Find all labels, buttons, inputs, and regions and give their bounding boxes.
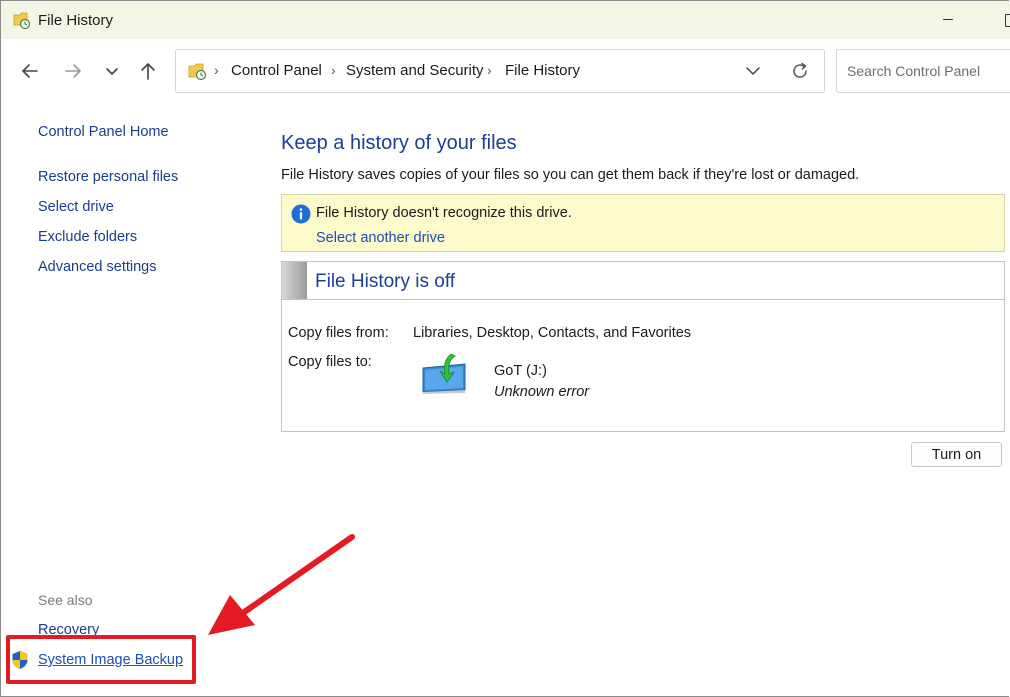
search-box[interactable]: Search Control Panel (836, 49, 1010, 93)
sidebar-item-advanced-settings[interactable]: Advanced settings (38, 259, 157, 275)
red-arrow-icon (208, 534, 355, 635)
backup-drive-icon (422, 353, 466, 394)
page-description: File History saves copies of your files … (281, 167, 860, 183)
sidebar-item-select-drive[interactable]: Select drive (38, 199, 114, 215)
arrow-up-icon (141, 63, 155, 80)
up-button[interactable] (135, 58, 161, 84)
drive-name: GoT (J:) (494, 363, 547, 379)
file-history-icon (188, 63, 207, 81)
forward-button[interactable] (60, 58, 86, 84)
copy-to-label: Copy files to: (288, 354, 372, 370)
arrow-left-icon (22, 64, 38, 78)
notice-message: File History doesn't recognize this driv… (316, 205, 572, 221)
drive-warning-notice: File History doesn't recognize this driv… (281, 194, 1005, 252)
breadcrumb-separator: › (331, 62, 336, 78)
turn-on-button[interactable]: Turn on (911, 442, 1002, 467)
status-indicator-bar (282, 262, 307, 299)
navigation-bar: › Control Panel › System and Security › … (1, 39, 1010, 103)
copy-from-value: Libraries, Desktop, Contacts, and Favori… (413, 325, 692, 341)
breadcrumb-separator: › (214, 62, 219, 78)
chevron-down-icon[interactable] (744, 62, 762, 80)
breadcrumb-file-history[interactable]: File History (505, 62, 580, 79)
status-header: File History is off (282, 262, 1004, 300)
refresh-icon[interactable] (790, 61, 810, 81)
maximize-button[interactable] (1005, 14, 1010, 27)
breadcrumb-system-and-security[interactable]: System and Security (346, 62, 484, 79)
back-button[interactable] (17, 58, 43, 84)
title-bar: File History (1, 1, 1010, 39)
copy-from-label: Copy files from: (288, 325, 389, 341)
control-panel-home-link[interactable]: Control Panel Home (38, 124, 169, 140)
info-icon (291, 204, 311, 224)
chevron-down-icon (106, 68, 118, 75)
drive-status: Unknown error (494, 384, 590, 400)
recent-locations-button[interactable] (99, 58, 125, 84)
minimize-button[interactable] (943, 19, 953, 20)
window-title: File History (38, 12, 114, 29)
file-history-status-panel: File History is off Copy files from: Lib… (281, 261, 1005, 432)
breadcrumb-separator: › (487, 62, 492, 78)
page-title: Keep a history of your files (281, 132, 517, 154)
arrow-right-icon (65, 64, 81, 78)
address-bar[interactable]: › Control Panel › System and Security › … (175, 49, 825, 93)
see-also-heading: See also (38, 592, 93, 608)
search-placeholder: Search Control Panel (847, 63, 981, 79)
highlight-box (6, 635, 196, 684)
select-another-drive-link[interactable]: Select another drive (316, 230, 445, 246)
breadcrumb-control-panel[interactable]: Control Panel (231, 62, 322, 79)
file-history-icon (13, 12, 31, 29)
sidebar-item-exclude-folders[interactable]: Exclude folders (38, 229, 137, 245)
sidebar-item-restore-personal-files[interactable]: Restore personal files (38, 169, 178, 185)
status-title: File History is off (315, 271, 456, 292)
